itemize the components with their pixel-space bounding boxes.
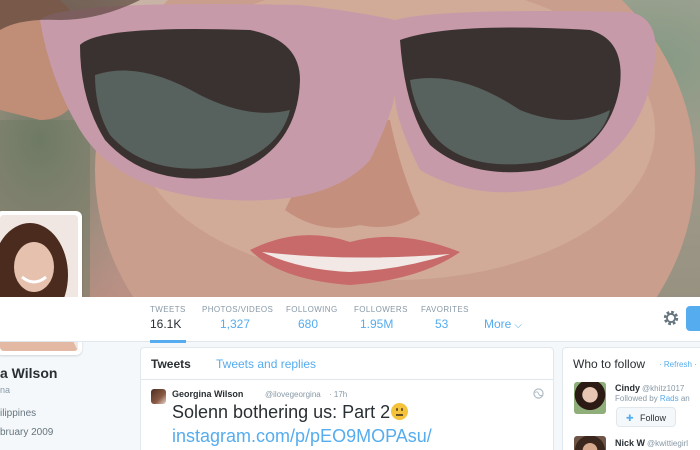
suggested-user-name[interactable]: Nick W @kwittiegirl <box>615 438 688 448</box>
profile-nav-bar: TWEETS 16.1K PHOTOS/VIDEOS 1,327 FOLLOWI… <box>0 297 700 343</box>
tweet-item[interactable]: Georgina Wilson @ilovegeorgina · 17h Sol… <box>141 380 553 450</box>
tweet-text: Solenn bothering us: Part 2 <box>172 402 409 423</box>
tab-tweets-and-replies[interactable]: Tweets and replies <box>216 357 316 371</box>
suggested-user-avatar[interactable] <box>574 382 606 414</box>
suggested-user-display-name: Cindy <box>615 383 641 393</box>
edit-profile-button[interactable] <box>686 306 700 331</box>
stat-value: 16.1K <box>150 317 182 331</box>
profile-joined-date: bruary 2009 <box>0 427 54 438</box>
stat-photos-videos[interactable]: PHOTOS/VIDEOS 1,327 <box>202 305 273 337</box>
followed-by-prefix: Followed by <box>615 394 658 403</box>
timeline-tabs: Tweets Tweets and replies <box>141 348 553 380</box>
stat-value: 680 <box>298 317 319 331</box>
profile-location: ilippines <box>0 408 37 419</box>
stat-value: 1,327 <box>220 317 251 331</box>
more-label: More <box>484 317 512 331</box>
followed-by-text: Followed by Rads an <box>615 394 690 403</box>
suggested-user-display-name: Nick W <box>615 438 646 448</box>
follow-button-label: Follow <box>640 413 667 423</box>
stat-label: FOLLOWERS <box>354 305 408 314</box>
timeline-card: Tweets Tweets and replies Georgina Wilso… <box>140 347 554 450</box>
profile-handle: na <box>0 385 11 395</box>
suggested-user-handle: @khitz1017 <box>642 384 685 393</box>
more-menu[interactable]: More ⌵ <box>484 317 522 331</box>
smiley-emoji-icon <box>391 403 409 420</box>
who-to-follow-title: Who to follow <box>573 357 646 371</box>
tweet-text-content: Solenn bothering us: Part 2 <box>172 402 391 422</box>
tweet-avatar[interactable] <box>151 389 166 404</box>
suggested-user-handle: @kwittiegirl <box>647 439 689 448</box>
followed-by-user-link[interactable]: Rads <box>660 394 679 403</box>
who-to-follow-card: Who to follow · Refresh · Cindy @khitz101… <box>562 347 700 450</box>
globe-icon[interactable] <box>533 388 544 399</box>
stat-following[interactable]: FOLLOWING 680 <box>286 305 338 337</box>
stat-label: PHOTOS/VIDEOS <box>202 305 274 314</box>
chevron-down-icon: ⌵ <box>514 320 522 331</box>
follow-person-icon: ✚ <box>626 413 634 423</box>
refresh-link[interactable]: · Refresh · <box>659 360 697 369</box>
tweet-timestamp[interactable]: · 17h <box>329 390 347 399</box>
stat-label: FOLLOWING <box>286 305 338 314</box>
stat-value: 1.95M <box>360 317 394 331</box>
stat-label: FAVORITES <box>421 305 469 314</box>
tweet-author-handle[interactable]: @ilovegeorgina <box>265 390 321 399</box>
stat-value: 53 <box>435 317 449 331</box>
header-photo-art <box>0 0 700 297</box>
follow-button[interactable]: ✚ Follow <box>616 407 676 427</box>
stat-followers[interactable]: FOLLOWERS 1.95M <box>354 305 408 337</box>
header-photo <box>0 0 700 297</box>
stat-tweets[interactable]: TWEETS 16.1K <box>150 305 186 343</box>
profile-name: a Wilson <box>0 365 58 381</box>
tab-tweets[interactable]: Tweets <box>151 357 191 371</box>
suggested-user-avatar[interactable] <box>574 436 606 450</box>
stat-label: TWEETS <box>150 305 186 314</box>
stat-favorites[interactable]: FAVORITES 53 <box>421 305 469 337</box>
tweet-author-name[interactable]: Georgina Wilson <box>172 389 243 399</box>
gear-icon[interactable] <box>662 309 680 327</box>
tweet-link[interactable]: instagram.com/p/pEO9MOPAsu/ <box>172 426 432 447</box>
followed-by-suffix: an <box>680 394 690 403</box>
suggested-user-name[interactable]: Cindy @khitz1017 <box>615 383 684 393</box>
